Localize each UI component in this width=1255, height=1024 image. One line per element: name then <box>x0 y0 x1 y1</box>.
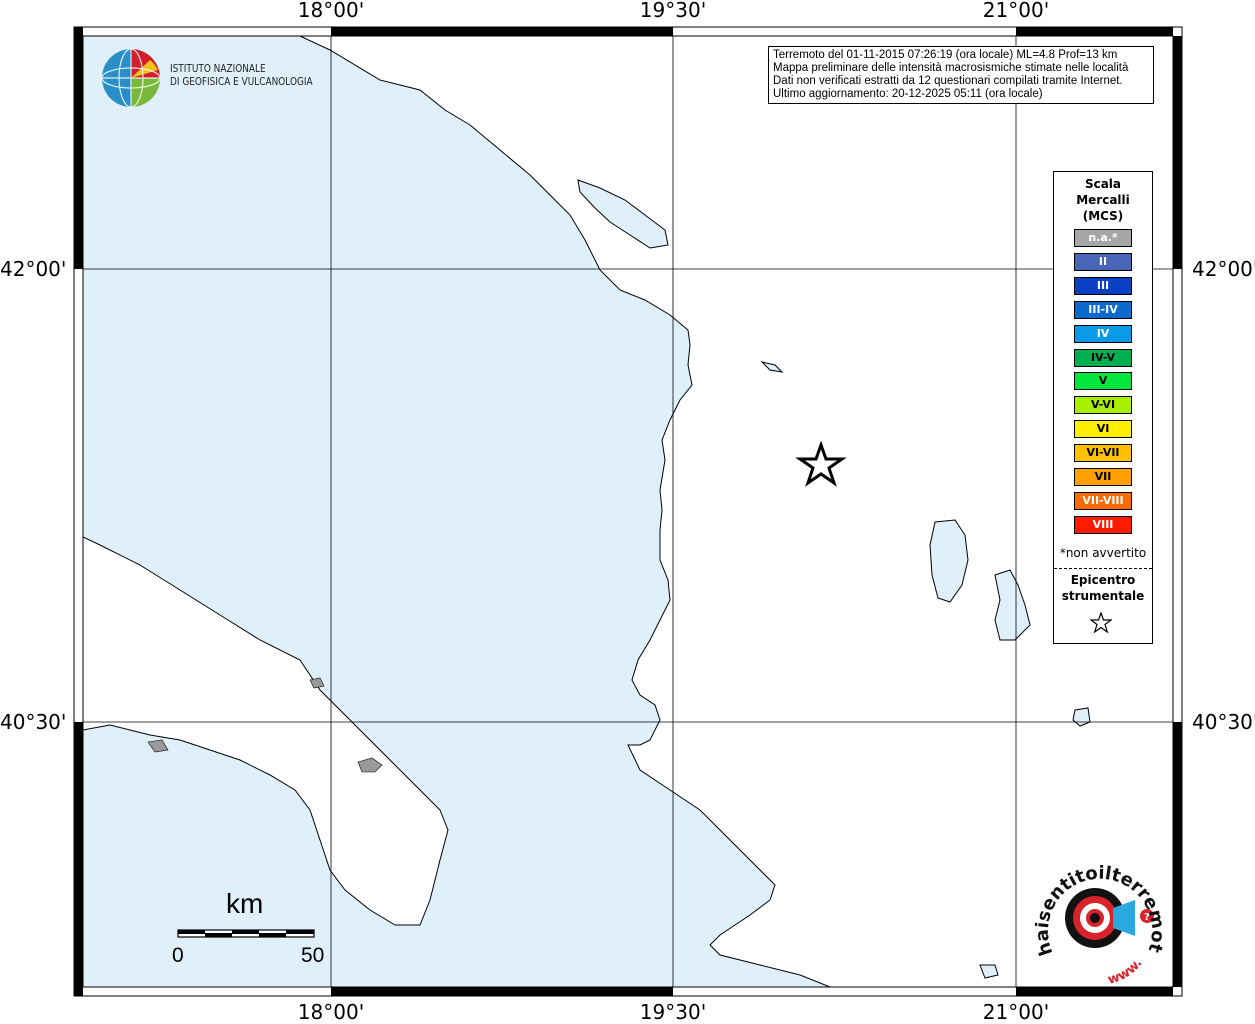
ingv-globe-icon <box>101 48 161 108</box>
legend-star-icon <box>1090 612 1112 634</box>
legend-separator <box>1054 568 1152 569</box>
legend-epicenter-label: Epicentro strumentale <box>1054 572 1152 604</box>
legend-item: VI <box>1074 420 1132 439</box>
legend-item: VII-VIII <box>1074 491 1132 510</box>
legend-item: IV-V <box>1074 348 1132 367</box>
legend-item: II <box>1074 252 1132 271</box>
legend-title-line2: Mercalli <box>1076 193 1130 207</box>
lon-label-bottom-19-30: 19°30' <box>639 1000 707 1024</box>
legend-item: VI-VII <box>1074 444 1132 463</box>
legend-title: Scala Mercalli (MCS) <box>1054 176 1152 224</box>
legend-epicenter-line2: strumentale <box>1061 589 1145 603</box>
scale-bar <box>177 929 315 938</box>
legend-item: IV <box>1074 324 1132 343</box>
lon-label-bottom-21: 21°00' <box>982 1000 1050 1024</box>
info-line1: Terremoto del 01-11-2015 07:26:19 (ora l… <box>773 49 1118 61</box>
lat-label-left-40-30: 40°30' <box>0 710 67 734</box>
lat-label-right-42: 42°00' <box>1192 257 1255 281</box>
info-line4: Ultimo aggiornamento: 20-12-2025 05:11 (… <box>773 88 1043 100</box>
haisentito-prefix: www. <box>1106 956 1145 988</box>
mcs-legend: Scala Mercalli (MCS) n.a.* II III III-IV IV I… <box>1053 171 1153 644</box>
lat-label-right-40-30: 40°30' <box>1192 710 1255 734</box>
legend-item: V <box>1074 372 1132 391</box>
legend-epicenter-line1: Epicentro <box>1070 573 1136 587</box>
lon-label-top-21: 21°00' <box>982 0 1050 22</box>
lon-label-top-18: 18°00' <box>297 0 365 22</box>
legend-item: V-VI <box>1074 396 1132 415</box>
lon-label-bottom-18: 18°00' <box>297 1000 365 1024</box>
haisentito-logo[interactable]: ? haisentitoilterremoto.it www. <box>1035 858 1165 988</box>
svg-text:www.: www. <box>1106 956 1145 988</box>
lat-label-left-42: 42°00' <box>0 257 67 281</box>
legend-item: VII <box>1074 468 1132 486</box>
legend-title-line3: (MCS) <box>1082 209 1124 223</box>
scale-bar-unit: km <box>226 888 264 919</box>
legend-item: VIII <box>1074 515 1132 534</box>
info-line2: Mappa preliminare delle intensità macros… <box>773 62 1129 74</box>
scale-bar-max: 50 <box>301 944 325 967</box>
lon-label-top-19-30: 19°30' <box>639 0 707 22</box>
ingv-logo-text: ISTITUTO NAZIONALE DI GEOFISICA E VULCAN… <box>170 63 313 89</box>
legend-title-line1: Scala <box>1084 177 1122 191</box>
legend-note: *non avvertito <box>1059 546 1147 560</box>
earthquake-info-box: Terremoto del 01-11-2015 07:26:19 (ora l… <box>768 46 1154 104</box>
ingv-logo-line1: ISTITUTO NAZIONALE <box>170 63 266 75</box>
legend-item: III-IV <box>1074 300 1132 319</box>
legend-item: n.a.* <box>1074 229 1132 247</box>
scale-bar-min: 0 <box>172 944 184 967</box>
ingv-logo-line2: DI GEOFISICA E VULCANOLOGIA <box>170 76 313 88</box>
legend-item: III <box>1074 276 1132 295</box>
info-line3: Dati non verificati estratti da 12 quest… <box>773 75 1123 87</box>
